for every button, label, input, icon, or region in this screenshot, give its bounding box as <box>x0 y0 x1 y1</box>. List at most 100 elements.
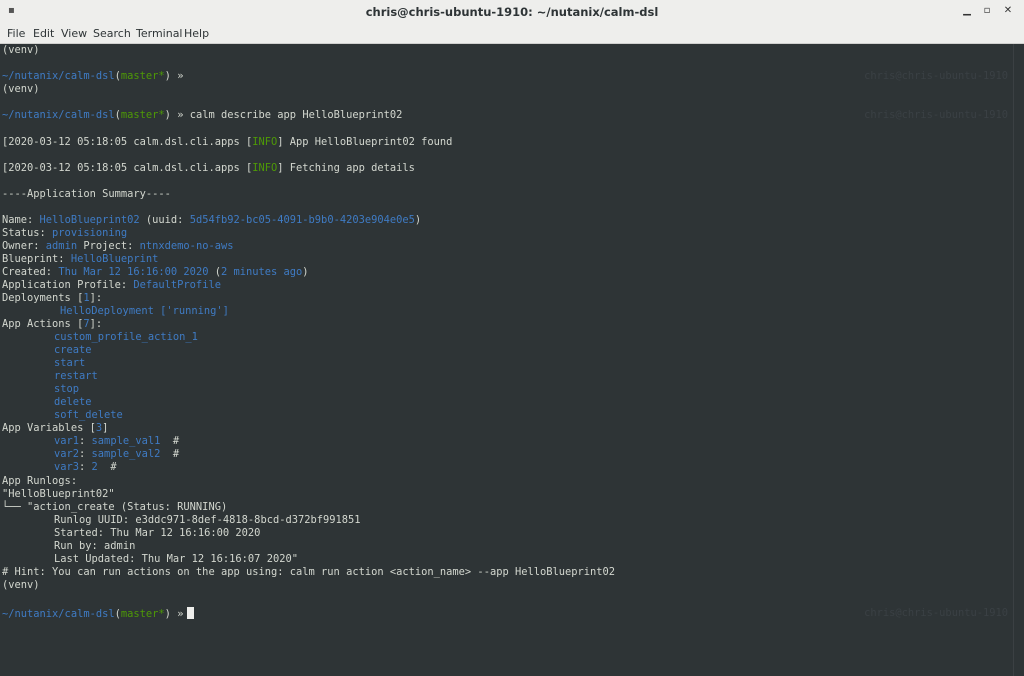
menu-edit[interactable]: Edit <box>33 27 54 40</box>
name-value: HelloBlueprint02 <box>39 214 140 226</box>
variable-hash: # <box>97 461 117 473</box>
variables-label: App Variables [ <box>2 422 96 434</box>
owner-label: Owner: <box>2 240 46 252</box>
log-line: [2020-03-12 05:18:05 calm.dsl.cli.apps [… <box>2 136 452 149</box>
variable-item: var2: sample_val2 # <box>54 448 180 460</box>
profile-label: Application Profile: <box>2 279 134 291</box>
action-item: delete <box>54 396 92 408</box>
prompt-symbol: » <box>177 608 184 620</box>
created-label: Created: <box>2 266 59 278</box>
menu-terminal[interactable]: Terminal <box>136 27 183 40</box>
prompt-branch: master* <box>120 608 165 620</box>
variable-hash: # <box>160 435 180 447</box>
prompt-symbol: » <box>177 109 184 121</box>
prompt-branch: master* <box>120 109 165 121</box>
name-label: Name: <box>2 214 40 226</box>
venv-line: (venv) <box>2 83 40 95</box>
actions-close: ]: <box>89 318 103 330</box>
uuid-close: ) <box>414 214 422 226</box>
variables-line: App Variables [3] <box>2 422 108 435</box>
variable-hash: # <box>160 448 180 460</box>
project-value: ntnxdemo-no-aws <box>139 240 234 252</box>
prompt-host: chris@chris-ubuntu-1910 <box>864 109 1008 121</box>
created-value: Thu Mar 12 16:16:00 2020 <box>58 266 209 278</box>
close-icon[interactable]: ✕ <box>1001 4 1015 18</box>
variable-name: var1 <box>54 435 80 447</box>
deployments-close: ]: <box>89 292 103 304</box>
owner-value: admin <box>45 240 78 252</box>
prompt-path: ~/nutanix/calm-dsl <box>2 109 115 121</box>
uuid-value: 5d54fb92-bc05-4091-b9b0-4203e904e0e5 <box>189 214 415 226</box>
variable-name: var2 <box>54 448 80 460</box>
prompt-host: chris@chris-ubuntu-1910 <box>864 70 1008 82</box>
name-line: Name: HelloBlueprint02 (uuid: 5d54fb92-b… <box>2 214 421 227</box>
summary-header: ----Application Summary---- <box>2 188 171 200</box>
title-bar[interactable]: ▪ chris@chris-ubuntu-1910: ~/nutanix/cal… <box>0 0 1024 25</box>
minimize-icon[interactable]: ▁ <box>960 4 974 18</box>
deployments-label: Deployments [ <box>2 292 84 304</box>
log-prefix: [2020-03-12 05:18:05 calm.dsl.cli.apps [ <box>2 162 253 174</box>
prompt-line: ~/nutanix/calm-dsl(master*) » <box>2 607 195 620</box>
action-item: soft_delete <box>54 409 123 421</box>
variable-item: var1: sample_val1 # <box>54 435 180 447</box>
uuid-label: (uuid: <box>139 214 190 226</box>
status-line: Status: provisioning <box>2 227 127 240</box>
created-ago: 2 minutes ago <box>220 266 303 278</box>
prompt-line: ~/nutanix/calm-dsl(master*) » calm descr… <box>2 109 403 121</box>
action-item: create <box>54 344 92 356</box>
paren-close: ) <box>302 266 309 278</box>
log-level: INFO <box>252 136 278 148</box>
variable-name: var3 <box>54 461 80 473</box>
deployment-item: HelloDeployment ['running'] <box>60 305 229 317</box>
action-item: stop <box>54 383 80 395</box>
menu-search[interactable]: Search <box>93 27 131 40</box>
project-label: Project: <box>77 240 140 252</box>
actions-line: App Actions [7]: <box>2 318 102 331</box>
variable-value: sample_val2 <box>91 448 161 460</box>
prompt-branch: master* <box>120 70 165 82</box>
blueprint-line: Blueprint: HelloBlueprint <box>2 253 158 266</box>
maximize-icon[interactable]: ▫ <box>980 4 994 18</box>
profile-value: DefaultProfile <box>133 279 221 291</box>
profile-line: Application Profile: DefaultProfile <box>2 279 221 292</box>
action-item: restart <box>54 370 98 382</box>
cursor <box>187 607 195 619</box>
menu-bar: File Edit View Search Terminal Help <box>0 24 1024 44</box>
runlog-started: Started: Thu Mar 12 16:16:00 2020 <box>54 527 261 539</box>
log-message: ] Fetching app details <box>277 162 415 174</box>
created-line: Created: Thu Mar 12 16:16:00 2020 (2 min… <box>2 266 309 279</box>
variables-close: ] <box>102 422 109 434</box>
command-text: calm describe app HelloBlueprint02 <box>189 109 403 121</box>
runlog-updated: Last Updated: Thu Mar 12 16:16:07 2020" <box>54 553 298 565</box>
variable-item: var3: 2 # <box>54 461 117 473</box>
prompt-host: chris@chris-ubuntu-1910 <box>864 607 1008 619</box>
menu-help[interactable]: Help <box>184 27 209 40</box>
terminal-window: ▪ chris@chris-ubuntu-1910: ~/nutanix/cal… <box>0 0 1024 676</box>
menu-view[interactable]: View <box>61 27 87 40</box>
log-prefix: [2020-03-12 05:18:05 calm.dsl.cli.apps [ <box>2 136 253 148</box>
scrollbar[interactable] <box>1013 44 1024 676</box>
runlog-tree: └── "action_create (Status: RUNNING) <box>2 501 228 513</box>
runlogs-app: "HelloBlueprint02" <box>2 488 115 500</box>
log-level: INFO <box>252 162 278 174</box>
runlogs-label: App Runlogs: <box>2 475 78 487</box>
runlog-runby: Run by: admin <box>54 540 136 552</box>
menu-file[interactable]: File <box>7 27 25 40</box>
venv-line: (venv) <box>2 579 40 591</box>
runlog-uuid: Runlog UUID: e3ddc971-8def-4818-8bcd-d37… <box>54 514 361 526</box>
hint-line: # Hint: You can run actions on the app u… <box>2 566 616 578</box>
log-message: ] App HelloBlueprint02 found <box>277 136 453 148</box>
status-label: Status: <box>2 227 53 239</box>
blueprint-value: HelloBlueprint <box>70 253 159 265</box>
prompt-path: ~/nutanix/calm-dsl <box>2 608 115 620</box>
prompt-path: ~/nutanix/calm-dsl <box>2 70 115 82</box>
prompt-line: ~/nutanix/calm-dsl(master*) » <box>2 70 184 82</box>
blueprint-label: Blueprint: <box>2 253 71 265</box>
action-item: custom_profile_action_1 <box>54 331 198 343</box>
terminal-output[interactable]: (venv) ~/nutanix/calm-dsl(master*) » chr… <box>0 44 1014 676</box>
action-item: start <box>54 357 86 369</box>
window-title: chris@chris-ubuntu-1910: ~/nutanix/calm-… <box>365 5 659 19</box>
deployments-line: Deployments [1]: <box>2 292 102 305</box>
log-line: [2020-03-12 05:18:05 calm.dsl.cli.apps [… <box>2 162 415 175</box>
status-value: provisioning <box>52 227 128 239</box>
